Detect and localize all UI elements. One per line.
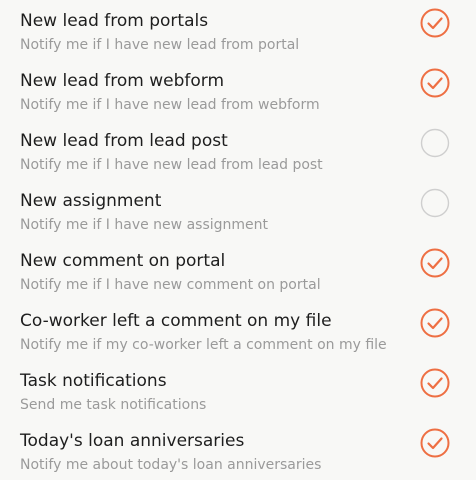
setting-title: New lead from lead post	[20, 131, 228, 151]
setting-subtitle: Notify me if I have new comment on porta…	[20, 277, 321, 293]
setting-subtitle: Notify me if I have new assignment	[20, 217, 269, 233]
checked-circle-icon	[420, 68, 450, 98]
checked-circle-icon	[420, 248, 450, 278]
unchecked-circle-icon	[420, 188, 450, 218]
setting-subtitle: Send me task notifications	[20, 397, 207, 413]
setting-row-coworker-comment: Co-worker left a comment on my file Noti…	[0, 300, 476, 360]
setting-row-webform: New lead from webform Notify me if I hav…	[0, 60, 476, 120]
setting-title: New lead from portals	[20, 11, 209, 31]
setting-checkbox[interactable]	[420, 428, 450, 458]
setting-title: Co-worker left a comment on my file	[20, 311, 332, 331]
setting-title: New comment on portal	[20, 251, 226, 271]
setting-title: New lead from webform	[20, 71, 225, 91]
setting-checkbox[interactable]	[420, 68, 450, 98]
setting-checkbox[interactable]	[420, 248, 450, 278]
setting-row-comment-portal: New comment on portal Notify me if I hav…	[0, 240, 476, 300]
setting-row-assignment: New assignment Notify me if I have new a…	[0, 180, 476, 240]
unchecked-circle-icon	[420, 128, 450, 158]
setting-subtitle: Notify me about today's loan anniversari…	[20, 457, 322, 473]
setting-subtitle: Notify me if my co-worker left a comment…	[20, 337, 387, 353]
setting-subtitle: Notify me if I have new lead from portal	[20, 37, 300, 53]
checked-circle-icon	[420, 308, 450, 338]
setting-row-task: Task notifications Send me task notifica…	[0, 360, 476, 420]
notification-settings-list: New lead from portals Notify me if I hav…	[0, 0, 476, 476]
setting-checkbox[interactable]	[420, 8, 450, 38]
checked-circle-icon	[420, 8, 450, 38]
checked-circle-icon	[420, 428, 450, 458]
setting-row-loan-anniversaries: Today's loan anniversaries Notify me abo…	[0, 420, 476, 480]
checked-circle-icon	[420, 368, 450, 398]
setting-checkbox[interactable]	[420, 128, 450, 158]
setting-subtitle: Notify me if I have new lead from webfor…	[20, 97, 320, 113]
setting-subtitle: Notify me if I have new lead from lead p…	[20, 157, 323, 173]
setting-row-lead-post: New lead from lead post Notify me if I h…	[0, 120, 476, 180]
setting-title: New assignment	[20, 191, 162, 211]
setting-checkbox[interactable]	[420, 368, 450, 398]
setting-checkbox[interactable]	[420, 188, 450, 218]
setting-checkbox[interactable]	[420, 308, 450, 338]
setting-title: Today's loan anniversaries	[20, 431, 245, 451]
setting-row-portals: New lead from portals Notify me if I hav…	[0, 0, 476, 60]
setting-title: Task notifications	[20, 371, 167, 391]
